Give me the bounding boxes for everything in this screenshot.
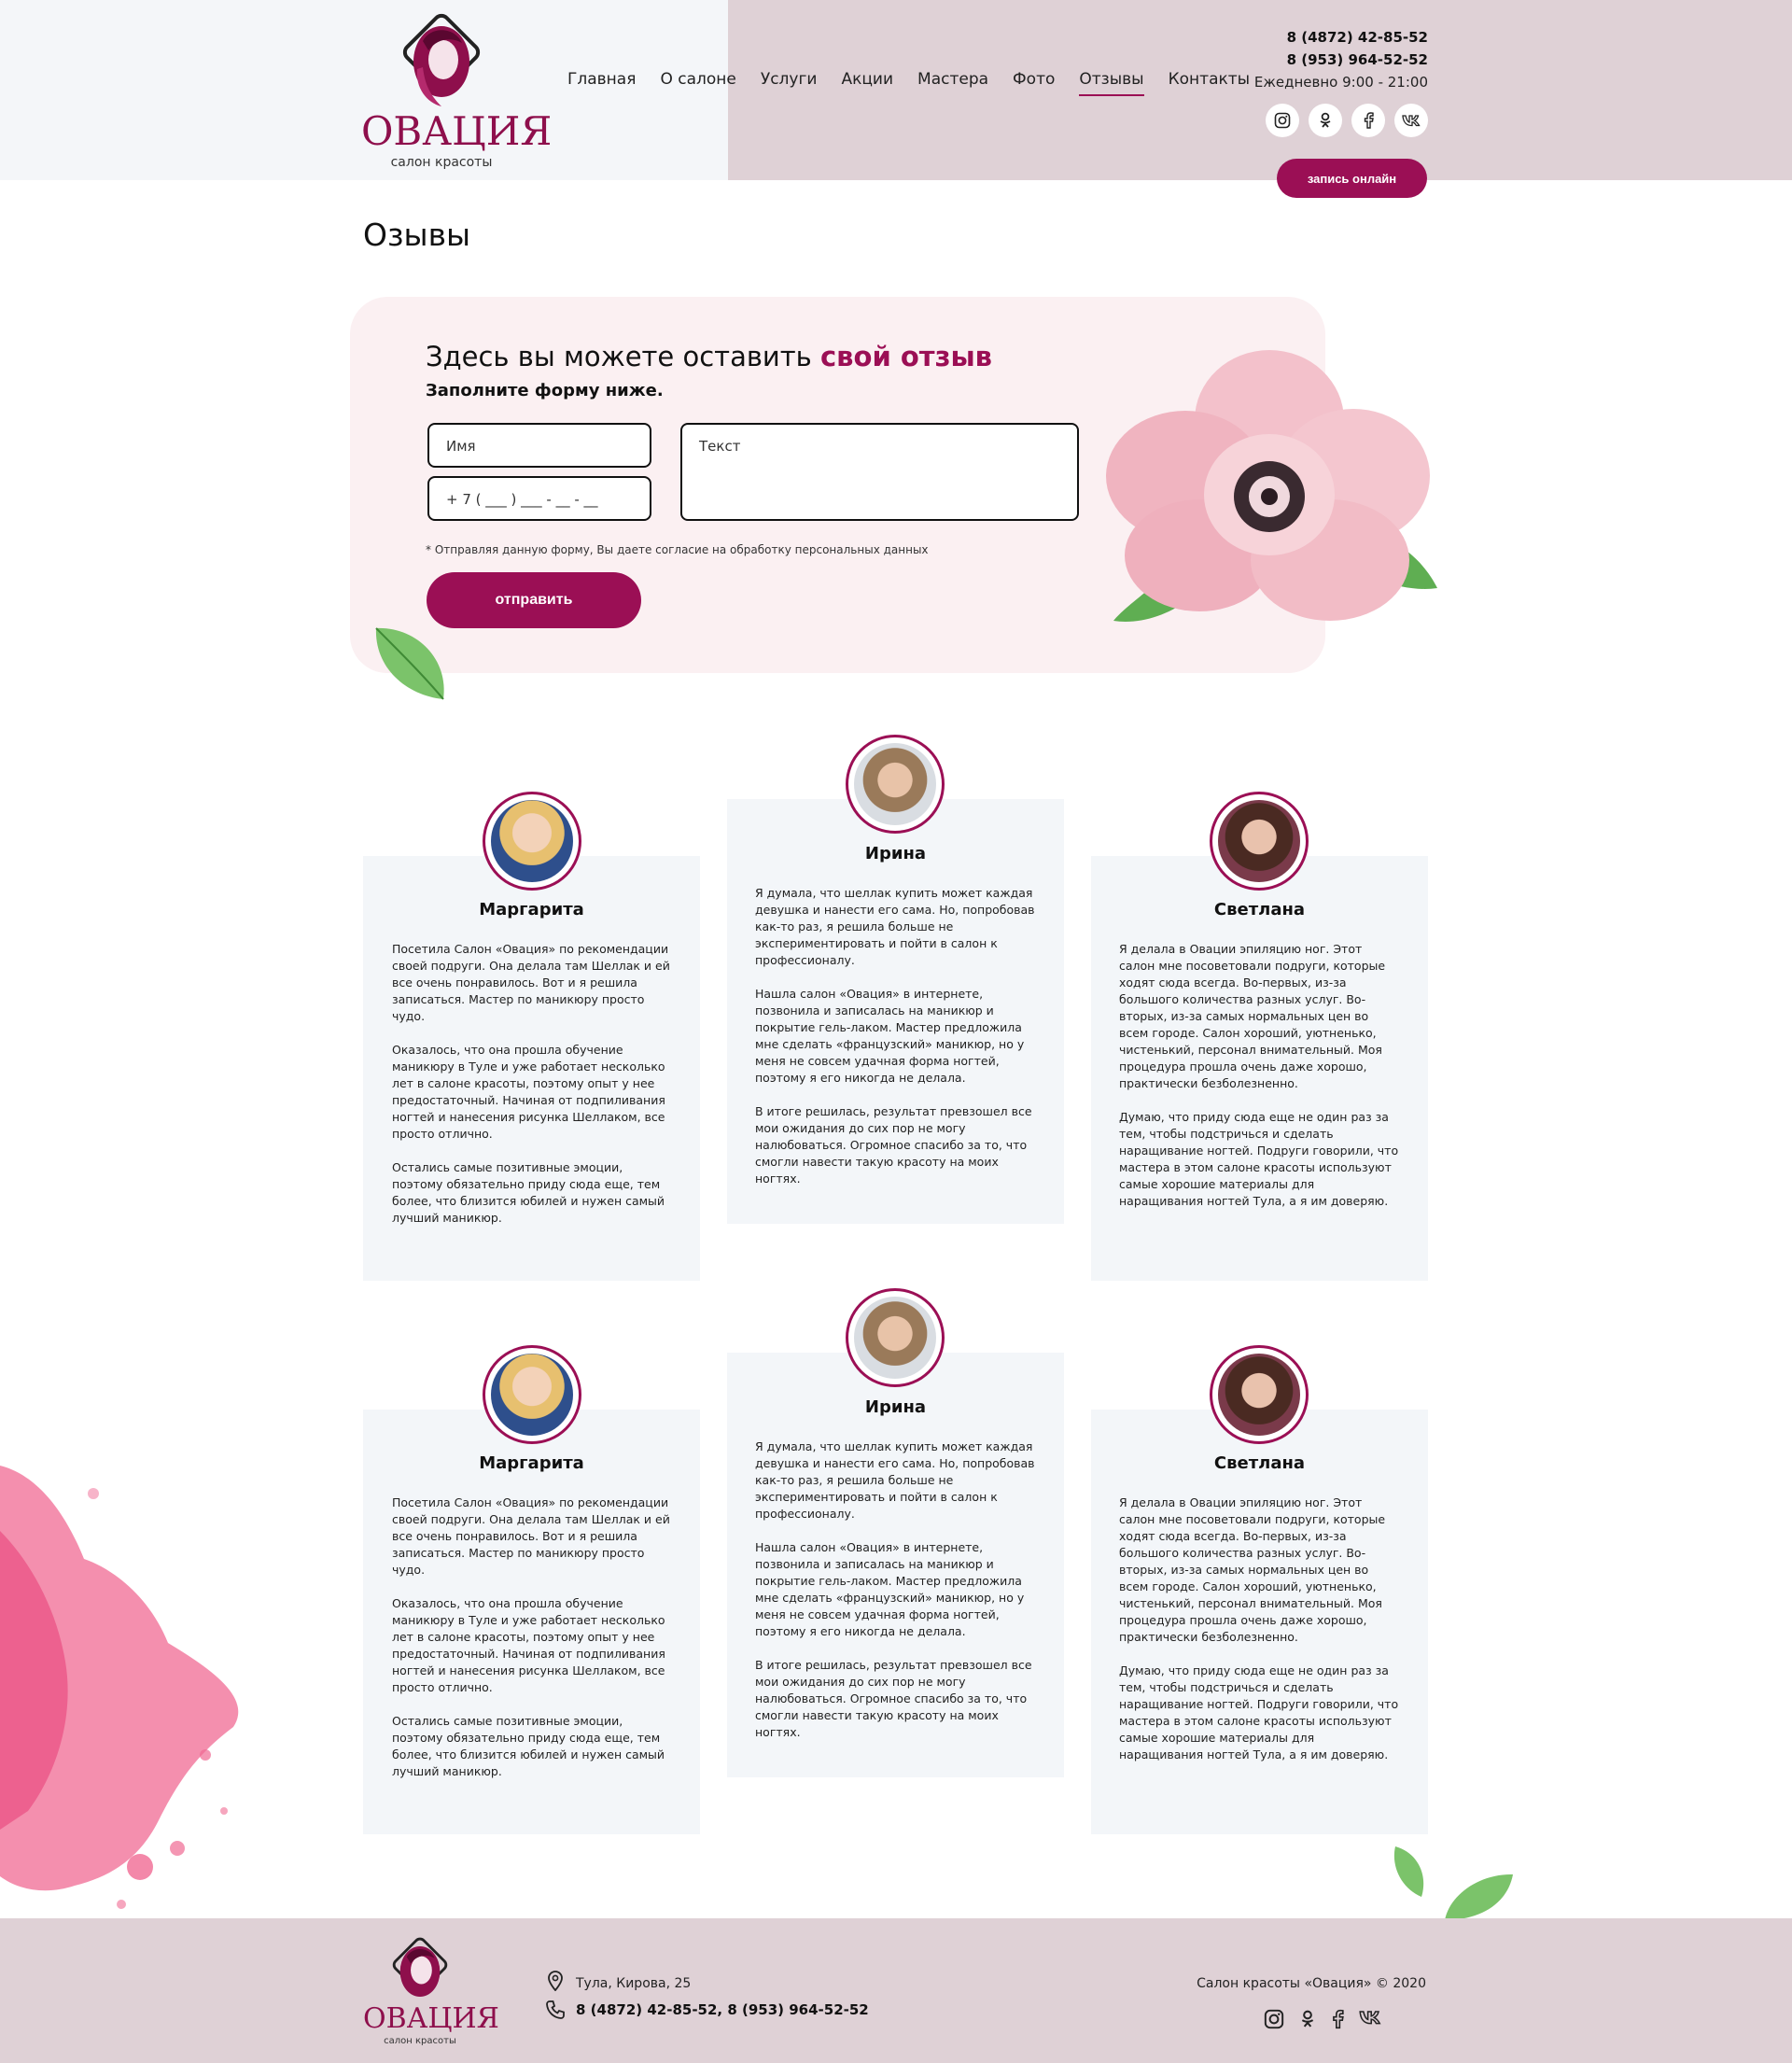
review-text-field[interactable]: Текст xyxy=(680,423,1079,521)
avatar xyxy=(1210,792,1309,891)
avatar xyxy=(1210,1345,1309,1444)
review-paragraph: Посетила Салон «Овация» по рекомендации … xyxy=(392,1495,670,1577)
review-paragraph: Нашла салон «Овация» в интернете, позвон… xyxy=(755,987,1025,1085)
review-paragraph: Оказалось, что она прошла обучение маник… xyxy=(392,1043,665,1141)
nav-item-photo[interactable]: Фото xyxy=(1013,70,1055,96)
instagram-icon[interactable] xyxy=(1266,104,1299,137)
form-subheading: Заполните форму ниже. xyxy=(426,381,664,400)
reviewer-name: Маргарита xyxy=(479,900,584,919)
nav-item-masters[interactable]: Мастера xyxy=(917,70,988,96)
review-text: Я думала, что шеллак купить может каждая… xyxy=(755,885,1035,1204)
leaf-decoration xyxy=(375,627,444,700)
footer-address: Тула, Кирова, 25 xyxy=(576,1976,692,1991)
review-paragraph: Я думала, что шеллак купить может каждая… xyxy=(755,1439,1035,1521)
review-paragraph: В итоге решилась, результат превзошел вс… xyxy=(755,1104,1032,1186)
logo-emblem-icon xyxy=(402,13,481,106)
facebook-icon[interactable] xyxy=(1351,104,1385,137)
header-socials xyxy=(1266,104,1428,137)
text-placeholder: Текст xyxy=(699,438,741,455)
reviewer-photo xyxy=(854,743,936,825)
phone-primary[interactable]: 8 (4872) 42-85-52 xyxy=(1254,26,1428,49)
brand-name: ОВАЦИЯ xyxy=(361,108,553,154)
review-text: Я думала, что шеллак купить может каждая… xyxy=(755,1438,1035,1758)
brand-subtitle: салон красоты xyxy=(390,155,493,170)
phone-icon xyxy=(546,2000,565,2019)
nav-item-about[interactable]: О салоне xyxy=(660,70,735,96)
form-heading: Здесь вы можете оставить свой отзыв xyxy=(426,341,992,372)
review-text: Посетила Салон «Овация» по рекомендации … xyxy=(392,941,672,1243)
nav-item-home[interactable]: Главная xyxy=(567,70,636,96)
avatar xyxy=(846,1288,945,1387)
review-paragraph: Посетила Салон «Овация» по рекомендации … xyxy=(392,942,670,1023)
consent-note: * Отправляя данную форму, Вы даете согла… xyxy=(426,543,929,556)
odnoklassniki-icon[interactable] xyxy=(1299,2009,1316,2029)
review-paragraph: Я делала в Овации эпиляцию ног. Этот сал… xyxy=(1119,1495,1386,1644)
site-footer xyxy=(0,1918,1792,2063)
header-contacts: 8 (4872) 42-85-52 8 (953) 964-52-52 Ежед… xyxy=(1254,26,1428,93)
nav-item-reviews[interactable]: Отзывы xyxy=(1079,70,1144,96)
review-paragraph: Остались самые позитивные эмоции, поэтом… xyxy=(392,1714,665,1778)
instagram-icon[interactable] xyxy=(1264,2009,1284,2029)
facebook-icon[interactable] xyxy=(1331,2009,1344,2029)
review-paragraph: В итоге решилась, результат превзошел вс… xyxy=(755,1658,1032,1739)
footer-brand-subtitle: салон красоты xyxy=(384,2036,456,2046)
odnoklassniki-icon[interactable] xyxy=(1309,104,1342,137)
reviewer-name: Ирина xyxy=(864,1397,927,1417)
review-paragraph: Нашла салон «Овация» в интернете, позвон… xyxy=(755,1540,1025,1638)
online-booking-button[interactable]: запись онлайн xyxy=(1277,159,1427,198)
reviewer-photo xyxy=(1218,1354,1300,1436)
review-paragraph: Остались самые позитивные эмоции, поэтом… xyxy=(392,1160,665,1225)
reviewer-name: Светлана xyxy=(1213,900,1306,919)
logo-emblem-icon xyxy=(392,1937,448,1998)
nav-item-promotions[interactable]: Акции xyxy=(841,70,893,96)
phone-field[interactable]: + 7 ( ___ ) ___ - __ - __ xyxy=(427,476,651,521)
reviewer-photo xyxy=(491,800,573,882)
name-placeholder: Имя xyxy=(446,438,476,455)
brand-logo[interactable]: ОВАЦИЯ салон красоты xyxy=(361,13,553,170)
phone-secondary[interactable]: 8 (953) 964-52-52 xyxy=(1254,49,1428,71)
reviewer-name: Маргарита xyxy=(479,1453,584,1473)
review-paragraph: Я делала в Овации эпиляцию ног. Этот сал… xyxy=(1119,942,1386,1090)
reviewer-photo xyxy=(491,1354,573,1436)
form-heading-accent: свой отзыв xyxy=(819,341,993,372)
working-hours: Ежедневно 9:00 - 21:00 xyxy=(1253,74,1428,91)
phone-placeholder: + 7 ( ___ ) ___ - __ - __ xyxy=(446,491,598,508)
avatar xyxy=(483,1345,581,1444)
avatar xyxy=(846,735,945,834)
review-paragraph: Я думала, что шеллак купить может каждая… xyxy=(755,886,1035,967)
page-title: Озывы xyxy=(363,217,471,253)
watercolor-splash xyxy=(0,1466,239,1909)
review-paragraph: Думаю, что приду сюда еще не один раз за… xyxy=(1119,1110,1399,1208)
reviewer-photo xyxy=(854,1297,936,1379)
footer-brand-name: ОВАЦИЯ xyxy=(363,2002,499,2035)
leaf-decoration xyxy=(1445,1874,1513,1920)
reviewer-photo xyxy=(1218,800,1300,882)
review-text: Я делала в Овации эпиляцию ног. Этот сал… xyxy=(1119,941,1399,1227)
name-field[interactable]: Имя xyxy=(427,423,651,468)
review-text: Посетила Салон «Овация» по рекомендации … xyxy=(392,1495,672,1797)
main-nav: Главная О салоне Услуги Акции Мастера Фо… xyxy=(567,70,1274,96)
vk-icon[interactable] xyxy=(1394,104,1428,137)
reviewer-name: Ирина xyxy=(864,844,927,863)
footer-logo[interactable]: ОВАЦИЯ салон красоты xyxy=(363,1937,499,2049)
footer-phones[interactable]: 8 (4872) 42-85-52, 8 (953) 964-52-52 xyxy=(576,2001,869,2018)
footer-socials xyxy=(1264,2009,1381,2029)
reviewer-name: Светлана xyxy=(1213,1453,1306,1473)
location-pin-icon xyxy=(548,1971,563,1991)
nav-item-contacts[interactable]: Контакты xyxy=(1169,70,1251,96)
nav-item-services[interactable]: Услуги xyxy=(761,70,818,96)
form-heading-plain: Здесь вы можете оставить xyxy=(426,341,820,372)
flower-illustration xyxy=(1106,350,1437,622)
vk-icon[interactable] xyxy=(1359,2009,1381,2026)
avatar xyxy=(483,792,581,891)
review-paragraph: Думаю, что приду сюда еще не один раз за… xyxy=(1119,1663,1399,1761)
review-text: Я делала в Овации эпиляцию ног. Этот сал… xyxy=(1119,1495,1399,1780)
footer-copyright: Салон красоты «Овация» © 2020 xyxy=(1197,1976,1426,1991)
leaf-decoration xyxy=(1393,1846,1424,1897)
review-paragraph: Оказалось, что она прошла обучение маник… xyxy=(392,1596,665,1694)
submit-button[interactable]: отправить xyxy=(427,572,641,628)
